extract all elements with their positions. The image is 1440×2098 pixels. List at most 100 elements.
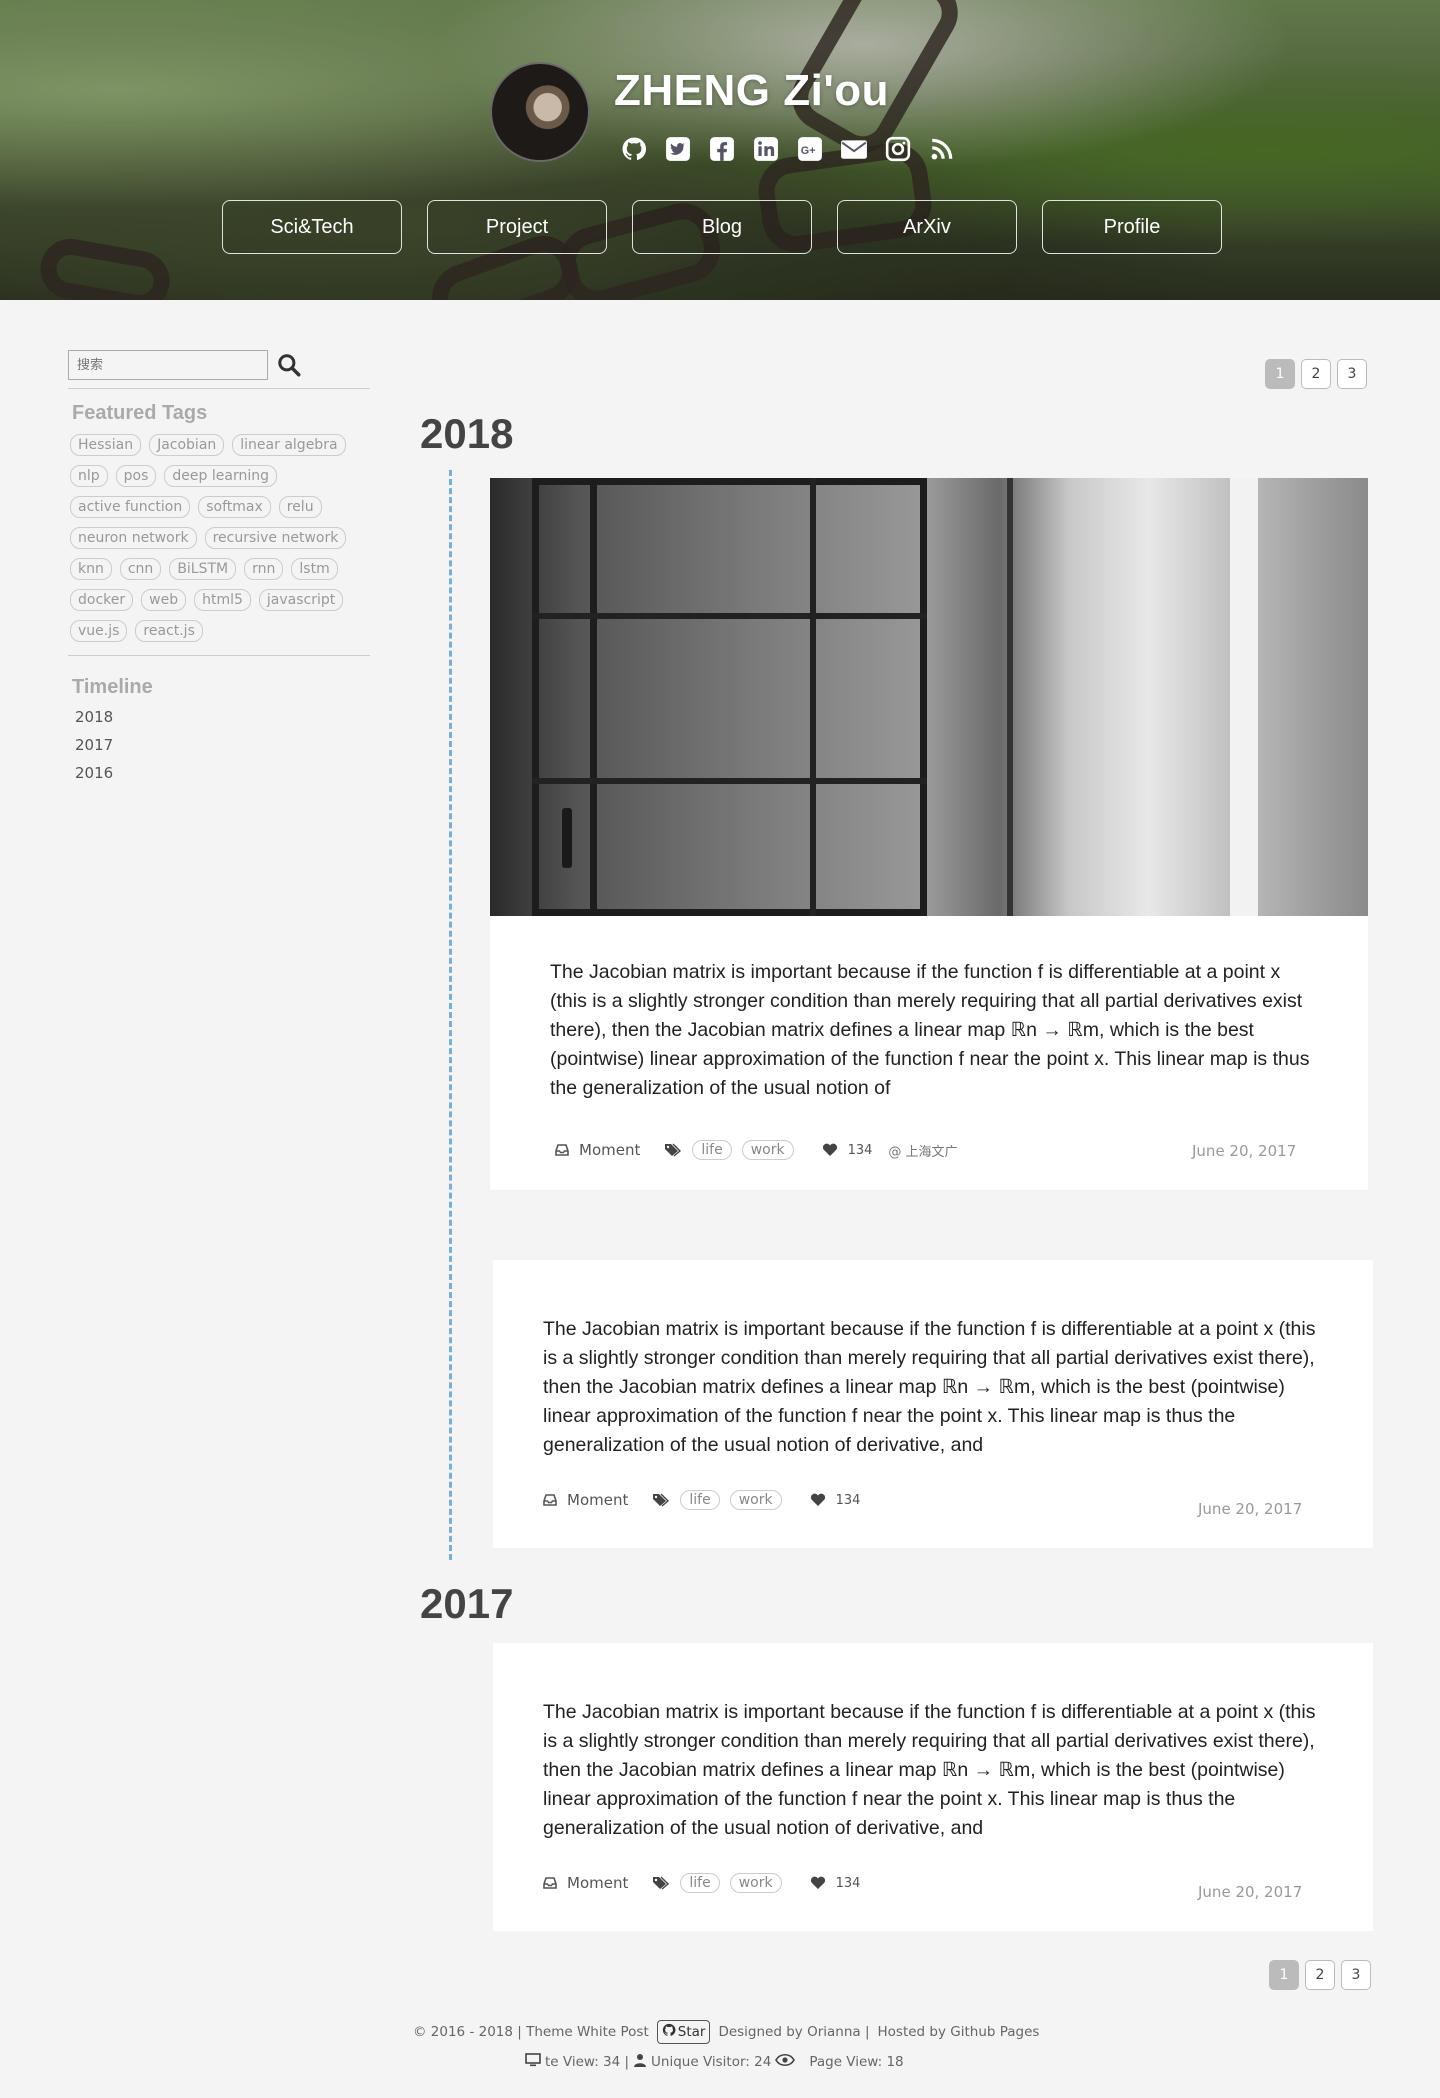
rss-icon[interactable] [928, 135, 956, 163]
post-meta: Moment life work 134 [543, 1873, 860, 1893]
year-heading-2017: 2017 [420, 1580, 514, 1627]
site-title[interactable]: ZHENG Zi'ou [614, 66, 889, 116]
nav-blog[interactable]: Blog [632, 200, 812, 254]
post-excerpt[interactable]: The Jacobian matrix is important because… [543, 1698, 1323, 1843]
monitor-icon [525, 2053, 541, 2071]
copyright-text: © 2016 - 2018 | Theme White Post [413, 2024, 649, 2040]
post-tag[interactable]: work [729, 1490, 782, 1510]
heart-icon[interactable] [810, 1876, 826, 1890]
search-icon[interactable] [276, 352, 302, 378]
github-icon[interactable] [620, 135, 648, 163]
timeline-link-2017[interactable]: 2017 [75, 736, 113, 754]
tag-link[interactable]: javascript [258, 589, 344, 611]
linkedin-icon[interactable] [752, 135, 780, 163]
tag-link[interactable]: lstm [291, 558, 338, 580]
github-icon [662, 2023, 676, 2041]
post-excerpt[interactable]: The Jacobian matrix is important because… [550, 958, 1320, 1103]
hosted-by-text: Hosted by Github Pages [877, 2024, 1040, 2040]
tag-link[interactable]: cnn [119, 558, 162, 580]
page-view-count: Page View: 18 [809, 2054, 904, 2070]
tags-icon [652, 1876, 670, 1890]
post-tag[interactable]: life [680, 1490, 720, 1510]
pagination-top: 1 2 3 [1265, 359, 1367, 389]
page-button-1[interactable]: 1 [1265, 359, 1295, 389]
post-location: @ 上海文广 [888, 1144, 958, 1160]
post-date: June 20, 2017 [1198, 1500, 1303, 1518]
featured-tags-heading: Featured Tags [72, 402, 208, 424]
star-label: Star [677, 2024, 706, 2040]
post-card[interactable]: The Jacobian matrix is important because… [493, 1260, 1373, 1548]
heart-icon[interactable] [822, 1143, 838, 1157]
pagination-bottom: 1 2 3 [1269, 1960, 1371, 1990]
timeline-link-2016[interactable]: 2016 [75, 764, 113, 782]
nav-arxiv[interactable]: ArXiv [837, 200, 1017, 254]
tag-link[interactable]: pos [115, 465, 157, 487]
tag-link[interactable]: active function [70, 496, 191, 518]
nav-project[interactable]: Project [427, 200, 607, 254]
tag-link[interactable]: knn [70, 558, 112, 580]
tag-link[interactable]: BiLSTM [169, 558, 237, 580]
unique-visitor-count: Unique Visitor: 24 [651, 2054, 772, 2070]
post-date: June 20, 2017 [1192, 1142, 1297, 1160]
inbox-icon [555, 1143, 569, 1157]
tag-link[interactable]: softmax [198, 496, 271, 518]
tag-link[interactable]: web [141, 589, 187, 611]
tag-link[interactable]: deep learning [164, 465, 277, 487]
post-tag[interactable]: work [729, 1873, 782, 1893]
tags-icon [664, 1143, 682, 1157]
like-count: 134 [847, 1142, 873, 1158]
page-button-3[interactable]: 3 [1341, 1960, 1371, 1990]
timeline-list: 2018 2017 2016 [75, 708, 113, 782]
tags-icon [652, 1493, 670, 1507]
tag-link[interactable]: recursive network [204, 527, 347, 549]
post-category[interactable]: Moment [567, 1491, 628, 1509]
nav-sci-tech[interactable]: Sci&Tech [222, 200, 402, 254]
tag-link[interactable]: nlp [70, 465, 108, 487]
post-card[interactable]: The Jacobian matrix is important because… [490, 478, 1368, 1190]
chain-decoration [35, 234, 175, 300]
timeline-link-2018[interactable]: 2018 [75, 708, 113, 726]
tag-link[interactable]: vue.js [70, 620, 128, 642]
sidebar-divider [68, 388, 370, 389]
tag-link[interactable]: relu [278, 496, 322, 518]
main-nav: Sci&Tech Project Blog ArXiv Profile [222, 200, 1222, 254]
post-category[interactable]: Moment [579, 1141, 640, 1159]
heart-icon[interactable] [810, 1493, 826, 1507]
post-tag[interactable]: work [741, 1140, 794, 1160]
tag-link[interactable]: react.js [135, 620, 203, 642]
tag-link[interactable]: linear algebra [232, 434, 346, 456]
tag-link[interactable]: neuron network [70, 527, 197, 549]
tag-link[interactable]: docker [70, 589, 134, 611]
user-icon [633, 2053, 647, 2071]
github-star-button[interactable]: Star [656, 2020, 711, 2044]
facebook-icon[interactable] [708, 135, 736, 163]
nav-profile[interactable]: Profile [1042, 200, 1222, 254]
avatar[interactable] [490, 62, 590, 162]
timeline-line [449, 470, 452, 1560]
page-button-3[interactable]: 3 [1337, 359, 1367, 389]
page-button-2[interactable]: 2 [1305, 1960, 1335, 1990]
post-date: June 20, 2017 [1198, 1883, 1303, 1901]
tag-link[interactable]: html5 [194, 589, 251, 611]
email-icon[interactable] [840, 135, 868, 163]
tag-link[interactable]: Jacobian [149, 434, 225, 456]
social-links: G+ [620, 135, 956, 163]
post-category[interactable]: Moment [567, 1874, 628, 1892]
post-image [490, 478, 1368, 916]
post-excerpt[interactable]: The Jacobian matrix is important because… [543, 1315, 1323, 1460]
search-input[interactable] [68, 350, 268, 380]
post-meta: Moment life work 134 @ 上海文广 [555, 1140, 958, 1160]
tag-link[interactable]: rnn [244, 558, 284, 580]
eye-icon [775, 2053, 796, 2071]
year-heading-2018: 2018 [420, 410, 514, 457]
google-plus-icon[interactable]: G+ [796, 135, 824, 163]
page-button-2[interactable]: 2 [1301, 359, 1331, 389]
designed-by-text: Designed by Orianna | [718, 2024, 870, 2040]
post-tag[interactable]: life [680, 1873, 720, 1893]
instagram-icon[interactable] [884, 135, 912, 163]
post-card[interactable]: The Jacobian matrix is important because… [493, 1643, 1373, 1931]
page-button-1[interactable]: 1 [1269, 1960, 1299, 1990]
tag-link[interactable]: Hessian [70, 434, 142, 456]
twitter-icon[interactable] [664, 135, 692, 163]
post-tag[interactable]: life [692, 1140, 732, 1160]
